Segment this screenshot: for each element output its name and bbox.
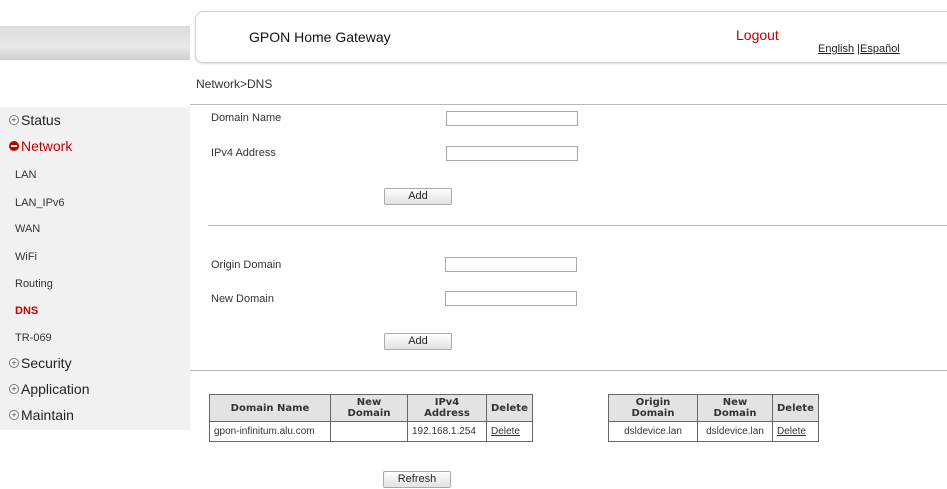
sidebar-item-routing[interactable]: Routing [15,278,53,290]
menu-maintain[interactable]: + Maintain [9,407,74,423]
sidebar-item-tr069[interactable]: TR-069 [15,332,52,344]
page-title: GPON Home Gateway [249,29,391,45]
column-header: Domain Name [209,394,331,422]
delete-link[interactable]: Delete [491,426,520,437]
column-header: IPv4 Address [407,394,487,422]
collapse-minus-icon [9,141,19,151]
origin-domain-input[interactable] [445,257,577,272]
header-bar: GPON Home Gateway Logout English |Españo… [195,11,947,63]
table-cell: Delete [486,421,533,442]
table-row: gpon-infinitum.alu.com 192.168.1.254 Del… [209,421,533,442]
domain-name-input[interactable] [446,111,578,126]
sidebar-header-band [0,26,190,60]
menu-network[interactable]: Network [9,138,72,154]
table-cell [330,421,408,442]
english-link[interactable]: English [818,43,854,55]
sidebar-item-wan[interactable]: WAN [15,223,40,235]
breadcrumb: Network>DNS [196,77,273,91]
column-header: Delete [772,394,819,422]
dns-host-table: Domain Name New Domain IPv4 Address Dele… [209,394,533,442]
table-header-row: Origin Domain New Domain Delete [608,394,819,422]
ipv4-address-label: IPv4 Address [211,147,276,159]
table-cell: dsldevice.lan [697,421,773,442]
column-header: Delete [486,394,533,422]
menu-application[interactable]: + Application [9,381,90,397]
table-header-row: Domain Name New Domain IPv4 Address Dele… [209,394,533,422]
logout-link[interactable]: Logout [736,27,779,43]
sidebar-item-lan[interactable]: LAN [15,169,36,181]
table-cell: Delete [772,421,819,442]
menu-security[interactable]: + Security [9,355,72,371]
menu-status-label: Status [21,112,61,128]
column-header: New Domain [697,394,773,422]
menu-application-label: Application [21,381,90,397]
menu-security-label: Security [21,355,72,371]
add-domain-mapping-button[interactable]: Add [384,333,452,350]
table-row: dsldevice.lan dsldevice.lan Delete [608,421,819,442]
spanish-link[interactable]: Español [860,43,900,55]
origin-domain-label: Origin Domain [211,259,282,271]
expand-plus-icon: + [9,410,19,420]
domain-name-label: Domain Name [211,112,282,124]
divider [190,370,947,371]
language-selector: English |Español [818,43,900,55]
table-cell: dsldevice.lan [608,421,698,442]
expand-plus-icon: + [9,115,19,125]
column-header: New Domain [330,394,408,422]
table-cell: 192.168.1.254 [407,421,487,442]
add-dns-button[interactable]: Add [384,188,452,205]
delete-link[interactable]: Delete [777,426,806,437]
new-domain-input[interactable] [445,291,577,306]
menu-maintain-label: Maintain [21,407,74,423]
menu-status[interactable]: + Status [9,112,61,128]
expand-plus-icon: + [9,358,19,368]
refresh-button[interactable]: Refresh [383,471,451,488]
sidebar-item-dns[interactable]: DNS [15,305,38,317]
column-header: Origin Domain [608,394,698,422]
domain-mapping-table: Origin Domain New Domain Delete dsldevic… [608,394,819,442]
divider [208,225,947,226]
menu-network-label: Network [21,138,73,154]
ipv4-address-input[interactable] [446,146,578,161]
sidebar-item-wifi[interactable]: WiFi [15,251,37,263]
table-cell: gpon-infinitum.alu.com [209,421,331,442]
sidebar-item-lan-ipv6[interactable]: LAN_IPv6 [15,197,65,209]
new-domain-label: New Domain [211,293,274,305]
divider [190,104,947,105]
expand-plus-icon: + [9,384,19,394]
